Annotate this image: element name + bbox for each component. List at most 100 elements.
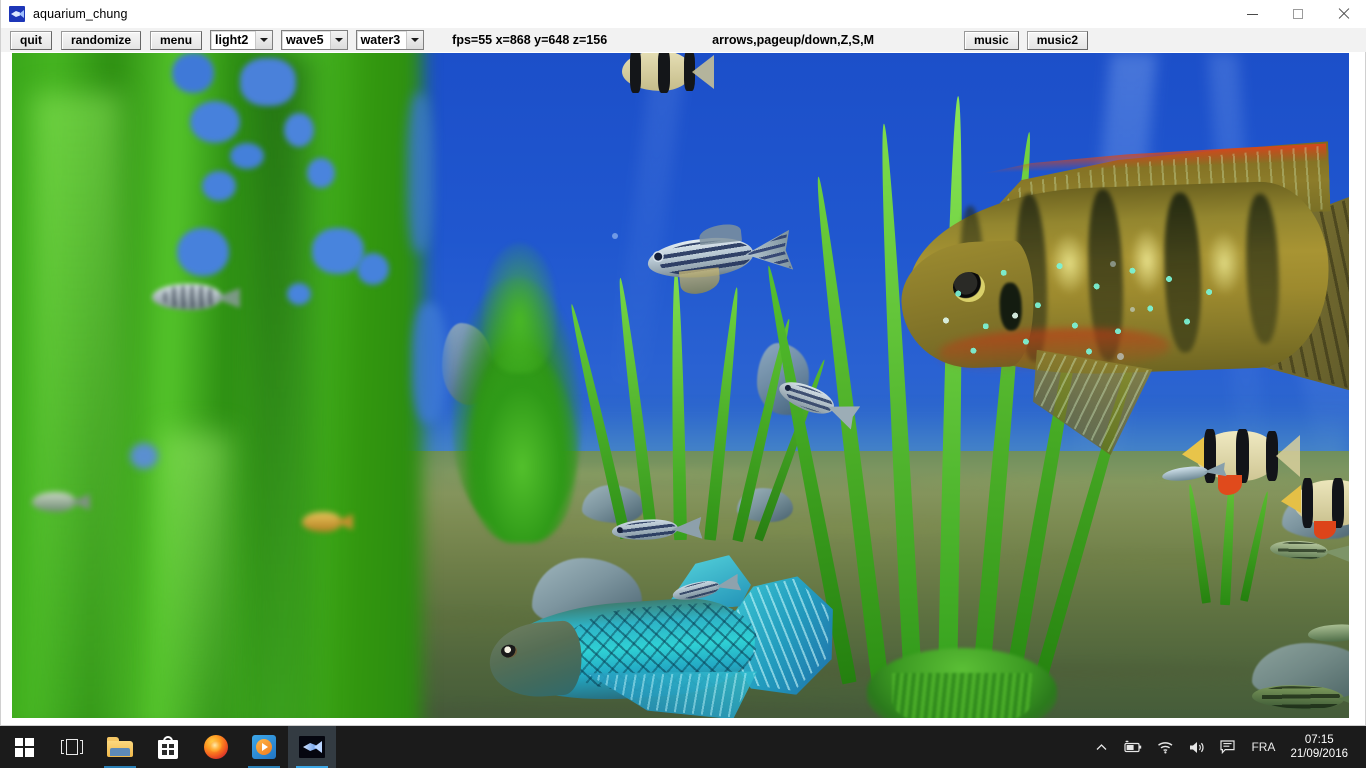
fish-tiger-barb-top bbox=[610, 53, 714, 103]
battery-icon bbox=[1124, 740, 1142, 753]
file-explorer-button[interactable] bbox=[96, 726, 144, 768]
aquarium-fish-icon bbox=[299, 736, 325, 758]
window-title: aquarium_chung bbox=[33, 7, 128, 21]
task-view-button[interactable] bbox=[48, 726, 96, 768]
media-player-icon bbox=[252, 735, 276, 759]
close-icon bbox=[1338, 8, 1350, 20]
fish-bar bbox=[630, 53, 641, 93]
fish-icon bbox=[9, 6, 25, 22]
start-button[interactable] bbox=[0, 726, 48, 768]
water-gap bbox=[172, 53, 214, 93]
plant-blade bbox=[704, 286, 743, 541]
water-gap bbox=[307, 158, 335, 188]
microsoft-store-button[interactable] bbox=[144, 726, 192, 768]
firefox-button[interactable] bbox=[192, 726, 240, 768]
fish-bar bbox=[1302, 478, 1313, 528]
app-toolbar: quit randomize menu light2 wave5 water3 … bbox=[1, 28, 1366, 52]
windows-taskbar: FRA 07:15 21/09/2016 bbox=[0, 726, 1366, 768]
fish-in-foreground bbox=[152, 278, 242, 320]
quit-button[interactable]: quit bbox=[10, 30, 52, 50]
fish-fin-orange bbox=[1281, 485, 1301, 513]
water-gap bbox=[177, 228, 229, 276]
fish-in-foreground bbox=[32, 488, 90, 518]
music-button[interactable]: music bbox=[964, 30, 1019, 50]
fish-body bbox=[1161, 464, 1209, 484]
fish-body bbox=[32, 492, 76, 512]
fish-tail bbox=[1323, 543, 1349, 563]
fish-small-right bbox=[1269, 532, 1349, 570]
wave-select[interactable]: wave5 bbox=[281, 30, 348, 50]
close-button[interactable] bbox=[1321, 0, 1366, 28]
battery-button[interactable] bbox=[1115, 726, 1150, 768]
fish-tail bbox=[671, 517, 702, 541]
aquarium-viewport[interactable] bbox=[12, 53, 1349, 718]
fish-tail bbox=[692, 55, 714, 89]
action-center-icon bbox=[1220, 740, 1236, 754]
task-view-icon bbox=[61, 739, 83, 755]
fish-bar bbox=[658, 53, 670, 93]
light-select[interactable]: light2 bbox=[210, 30, 274, 50]
fish-body bbox=[1307, 623, 1349, 644]
store-bag-icon bbox=[158, 735, 178, 759]
randomize-button[interactable]: randomize bbox=[61, 30, 142, 50]
fish-gourami-blue bbox=[481, 546, 842, 718]
language-indicator[interactable]: FRA bbox=[1242, 740, 1284, 754]
fish-speckles bbox=[923, 240, 1258, 372]
water-select[interactable]: water3 bbox=[355, 30, 425, 50]
water-gap bbox=[202, 171, 236, 201]
bubble bbox=[612, 233, 618, 239]
application-window: aquarium_chung quit randomize menu light… bbox=[0, 0, 1366, 726]
bush-plant bbox=[482, 243, 557, 373]
water-gap bbox=[230, 143, 264, 169]
fish-bottom-right bbox=[1251, 676, 1349, 718]
music-button-group: music music2 bbox=[964, 30, 1096, 50]
window-controls bbox=[1229, 0, 1366, 28]
maximize-button[interactable] bbox=[1275, 0, 1321, 28]
volume-button[interactable] bbox=[1181, 726, 1213, 768]
light-select-value: light2 bbox=[215, 33, 249, 47]
plant-root-strand bbox=[892, 673, 1032, 718]
water-gap bbox=[412, 303, 446, 423]
music2-button[interactable]: music2 bbox=[1026, 30, 1089, 50]
chevron-down-icon[interactable] bbox=[406, 31, 424, 49]
network-button[interactable] bbox=[1150, 726, 1181, 768]
windows-logo-icon bbox=[14, 737, 34, 757]
folder-icon bbox=[107, 737, 133, 757]
wave-select-value: wave5 bbox=[286, 33, 324, 47]
bubble bbox=[1130, 307, 1135, 312]
action-center-button[interactable] bbox=[1213, 726, 1242, 768]
water-gap bbox=[190, 101, 240, 143]
clock[interactable]: 07:15 21/09/2016 bbox=[1284, 726, 1360, 768]
status-readout: fps=55 x=868 y=648 z=156 bbox=[452, 33, 608, 47]
foreground-plant-highlight bbox=[162, 433, 232, 718]
fish-head bbox=[487, 619, 585, 700]
fish-small-right-2 bbox=[1307, 616, 1349, 650]
water-gap bbox=[357, 253, 389, 285]
foreground-plant-highlight bbox=[32, 93, 122, 718]
fish-danio-bottom bbox=[609, 508, 711, 553]
fish-tiger-barb-b bbox=[1280, 471, 1349, 543]
show-desktop-button[interactable] bbox=[1360, 726, 1366, 768]
bubble bbox=[1110, 261, 1116, 267]
minimize-icon bbox=[1246, 13, 1258, 15]
clock-date: 21/09/2016 bbox=[1290, 748, 1348, 760]
show-hidden-icons-button[interactable] bbox=[1088, 726, 1115, 768]
firefox-icon bbox=[204, 735, 228, 759]
water-gap bbox=[287, 283, 311, 305]
bush-plant bbox=[467, 353, 577, 543]
fish-pectoral-fin bbox=[678, 267, 722, 296]
fish-in-foreground bbox=[302, 508, 354, 538]
aquarium-button[interactable] bbox=[288, 726, 336, 768]
plant-blade bbox=[669, 267, 687, 541]
chevron-up-icon bbox=[1096, 743, 1107, 750]
water-gap bbox=[284, 113, 314, 147]
minimize-button[interactable] bbox=[1229, 0, 1275, 28]
menu-button[interactable]: menu bbox=[150, 30, 203, 50]
chevron-down-icon[interactable] bbox=[255, 31, 273, 49]
title-bar: aquarium_chung bbox=[1, 0, 1366, 28]
water-gap bbox=[407, 93, 433, 253]
bubble bbox=[1117, 353, 1124, 360]
chevron-down-icon[interactable] bbox=[329, 31, 347, 49]
wifi-icon bbox=[1158, 742, 1173, 754]
media-player-button[interactable] bbox=[240, 726, 288, 768]
